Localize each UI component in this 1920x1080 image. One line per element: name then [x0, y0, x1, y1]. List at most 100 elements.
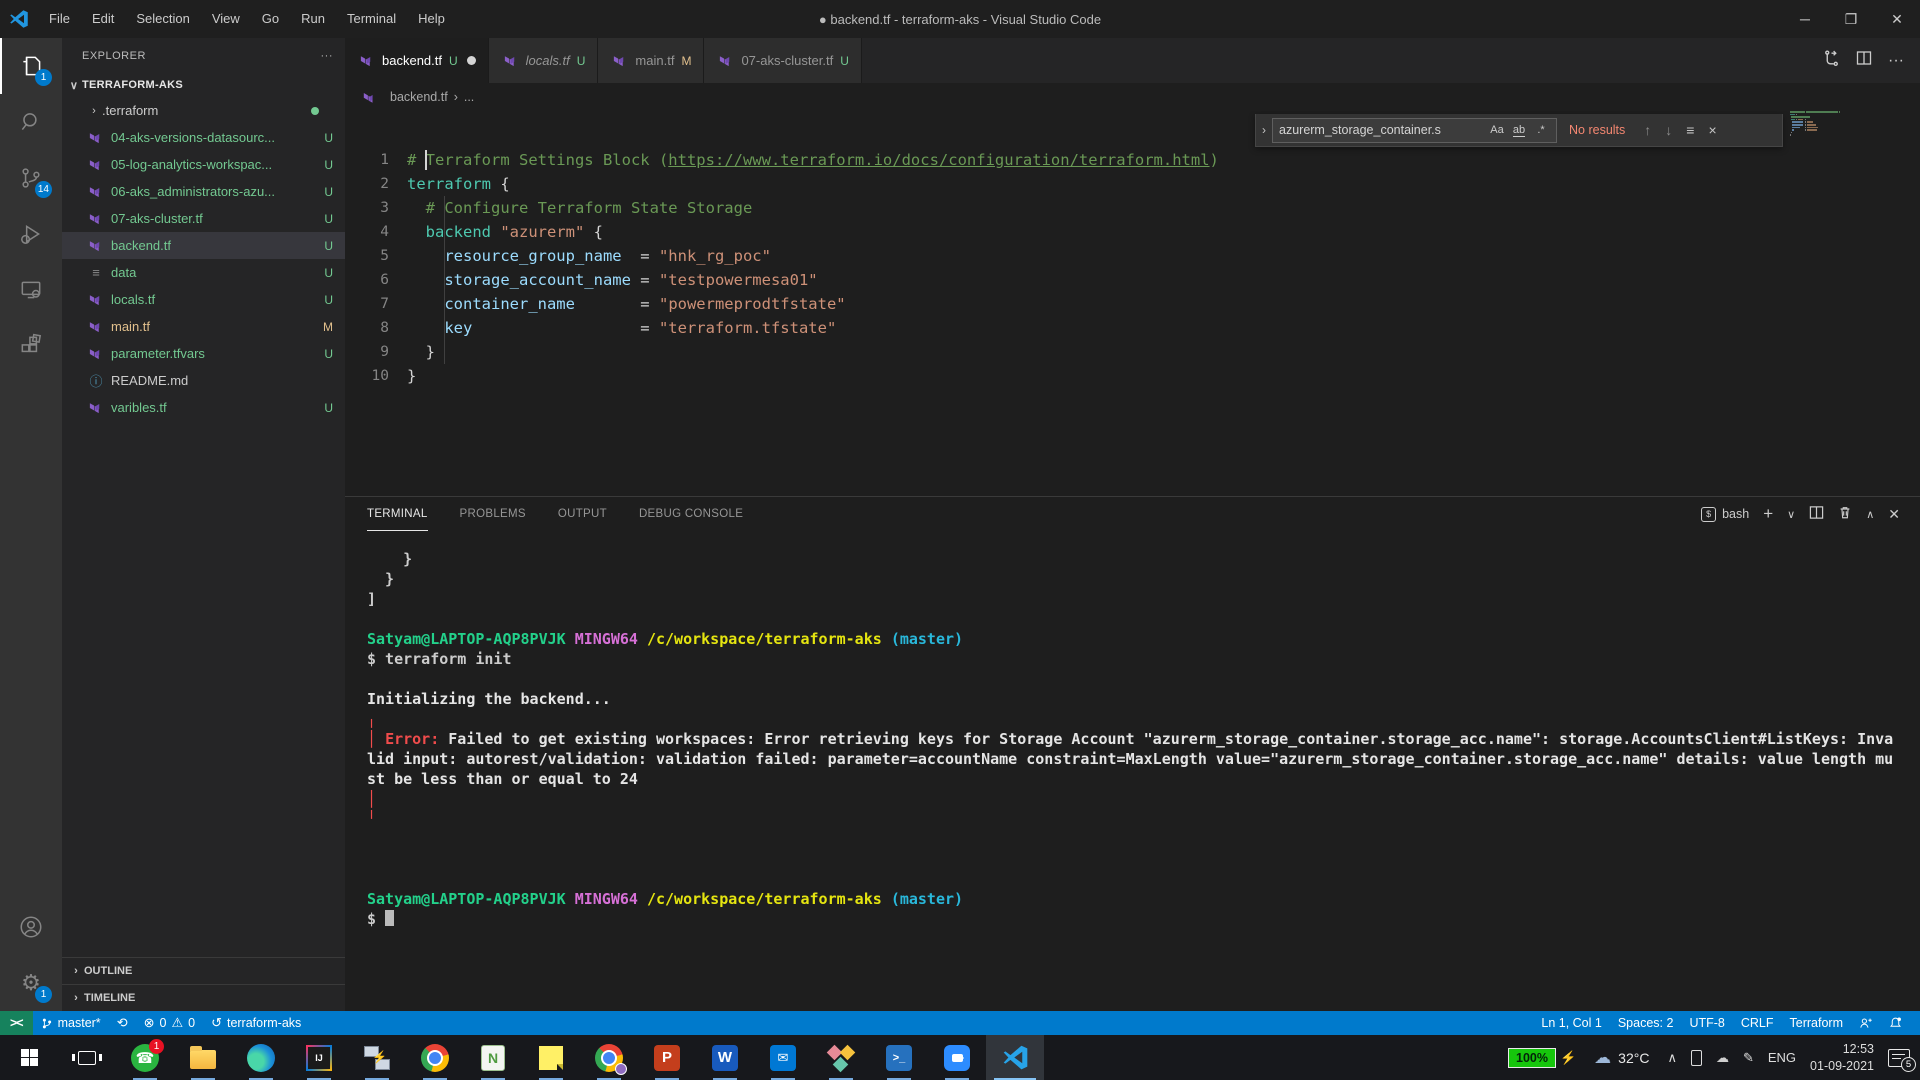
tab-07-aks-cluster.tf[interactable]: 07-aks-cluster.tfU — [704, 38, 861, 83]
new-terminal-icon[interactable]: + — [1763, 504, 1773, 524]
powerpoint-taskbar-icon[interactable]: P — [638, 1035, 696, 1080]
open-changes-icon[interactable] — [1823, 50, 1840, 72]
menu-run[interactable]: Run — [290, 0, 336, 38]
edge-taskbar-icon[interactable] — [232, 1035, 290, 1080]
indentation-item[interactable]: Spaces: 2 — [1610, 1011, 1682, 1035]
menu-file[interactable]: File — [38, 0, 81, 38]
split-terminal-icon[interactable] — [1809, 505, 1824, 523]
find-previous-icon[interactable]: ↑ — [1644, 122, 1651, 138]
maximize-panel-icon[interactable]: ∧ — [1866, 508, 1874, 521]
menu-edit[interactable]: Edit — [81, 0, 125, 38]
notifications-bell-icon[interactable] — [1881, 1011, 1910, 1035]
feedback-icon[interactable] — [1851, 1011, 1881, 1035]
code-editor[interactable]: › azurerm_storage_container.s Aa ab .* N… — [345, 111, 1920, 496]
regex-icon[interactable]: .* — [1530, 120, 1552, 140]
menu-terminal[interactable]: Terminal — [336, 0, 407, 38]
source-control-icon[interactable]: 14 — [0, 150, 62, 206]
sticky-notes-taskbar-icon[interactable] — [522, 1035, 580, 1080]
find-input[interactable]: azurerm_storage_container.s Aa ab .* — [1272, 118, 1557, 143]
remote-indicator[interactable]: >< — [0, 1011, 33, 1035]
file-item-data[interactable]: ≡dataU — [62, 259, 345, 286]
match-case-icon[interactable]: Aa — [1486, 120, 1508, 140]
panel-tab-debug-console[interactable]: DEBUG CONSOLE — [639, 497, 743, 531]
timeline-section[interactable]: › TIMELINE — [62, 984, 345, 1011]
drawio-taskbar-icon[interactable] — [812, 1035, 870, 1080]
shell-selector[interactable]: $ bash — [1701, 507, 1749, 522]
settings-gear-icon[interactable]: ⚙ 1 — [0, 955, 62, 1011]
terminal-dropdown-icon[interactable]: ∨ — [1787, 508, 1795, 521]
terminal-output[interactable]: } }] Satyam@LAPTOP-AQP8PVJK MINGW64 /c/w… — [345, 531, 1920, 929]
close-panel-icon[interactable]: ✕ — [1888, 506, 1900, 523]
close-button[interactable]: ✕ — [1874, 0, 1920, 38]
file-item-main.tf[interactable]: main.tfM — [62, 313, 345, 340]
chrome-taskbar-icon[interactable] — [406, 1035, 464, 1080]
file-item-parameter.tfvars[interactable]: parameter.tfvarsU — [62, 340, 345, 367]
kill-terminal-icon[interactable] — [1838, 505, 1852, 523]
file-item-.terraform[interactable]: ›.terraform — [62, 97, 345, 124]
file-item-README.md[interactable]: ⓘREADME.md — [62, 367, 345, 394]
language-mode-item[interactable]: Terraform — [1782, 1011, 1851, 1035]
cursor-position-item[interactable]: Ln 1, Col 1 — [1533, 1011, 1609, 1035]
file-item-06-aksadministrators-azu...[interactable]: 06-aks_administrators-azu...U — [62, 178, 345, 205]
encoding-item[interactable]: UTF-8 — [1681, 1011, 1732, 1035]
whatsapp-taskbar-icon[interactable]: ☎1 — [116, 1035, 174, 1080]
account-icon[interactable] — [0, 899, 62, 955]
file-item-04-aks-versions-datasourc...[interactable]: 04-aks-versions-datasourc...U — [62, 124, 345, 151]
git-branch-item[interactable]: master* — [33, 1011, 109, 1035]
file-explorer-taskbar-icon[interactable] — [174, 1035, 232, 1080]
run-debug-icon[interactable] — [0, 206, 62, 262]
onedrive-icon[interactable]: ☁ — [1716, 1050, 1729, 1066]
split-editor-icon[interactable] — [1856, 50, 1872, 71]
sync-changes-icon[interactable]: ⟲ — [109, 1011, 136, 1035]
menu-help[interactable]: Help — [407, 0, 456, 38]
file-item-backend.tf[interactable]: backend.tfU — [62, 232, 345, 259]
find-next-icon[interactable]: ↓ — [1665, 122, 1672, 138]
file-item-07-aks-cluster.tf[interactable]: 07-aks-cluster.tfU — [62, 205, 345, 232]
task-view-taskbar-icon[interactable] — [58, 1035, 116, 1080]
breadcrumb[interactable]: backend.tf › ... — [345, 83, 1920, 111]
tab-backend.tf[interactable]: backend.tfU — [345, 38, 489, 83]
input-language[interactable]: ENG — [1768, 1050, 1796, 1065]
find-replace-toggle-icon[interactable]: › — [1256, 114, 1272, 147]
whole-word-icon[interactable]: ab — [1508, 120, 1530, 140]
more-actions-icon[interactable]: ··· — [1888, 52, 1904, 70]
vscode-taskbar-icon[interactable] — [986, 1035, 1044, 1080]
tray-expand-icon[interactable]: ∧ — [1667, 1050, 1677, 1066]
minimize-button[interactable]: ─ — [1782, 0, 1828, 38]
clock[interactable]: 12:53 01-09-2021 — [1810, 1041, 1874, 1075]
battery-indicator[interactable]: 100% ⚡ — [1508, 1048, 1576, 1068]
project-task-item[interactable]: ↺ terraform-aks — [203, 1011, 309, 1035]
file-item-locals.tf[interactable]: locals.tfU — [62, 286, 345, 313]
outline-section[interactable]: › OUTLINE — [62, 957, 345, 984]
pen-icon[interactable]: ✎ — [1743, 1050, 1754, 1066]
problems-item[interactable]: ⊗ 0 ⚠ 0 — [136, 1011, 203, 1035]
panel-tab-output[interactable]: OUTPUT — [558, 497, 607, 531]
eol-item[interactable]: CRLF — [1733, 1011, 1782, 1035]
tab-main.tf[interactable]: main.tfM — [598, 38, 704, 83]
remote-explorer-icon[interactable] — [0, 262, 62, 318]
tab-locals.tf[interactable]: locals.tfU — [489, 38, 599, 83]
word-taskbar-icon[interactable]: W — [696, 1035, 754, 1080]
menu-selection[interactable]: Selection — [125, 0, 200, 38]
explorer-icon[interactable]: 1 — [0, 38, 62, 94]
outlook-taskbar-icon[interactable]: ✉ — [754, 1035, 812, 1080]
menu-view[interactable]: View — [201, 0, 251, 38]
start-taskbar-icon[interactable] — [0, 1035, 58, 1080]
intellij-taskbar-icon[interactable]: IJ — [290, 1035, 348, 1080]
panel-tab-problems[interactable]: PROBLEMS — [460, 497, 526, 531]
chrome-profile-taskbar-icon[interactable] — [580, 1035, 638, 1080]
explorer-more-actions[interactable]: ··· — [321, 50, 334, 62]
minimap[interactable] — [1790, 111, 1906, 496]
find-in-selection-icon[interactable]: ≡ — [1686, 122, 1694, 138]
menu-go[interactable]: Go — [251, 0, 290, 38]
powershell-taskbar-icon[interactable]: >_ — [870, 1035, 928, 1080]
weather-widget[interactable]: ☁ 32°C — [1594, 1048, 1649, 1068]
maximize-button[interactable]: ❐ — [1828, 0, 1874, 38]
notepad-plus-plus-taskbar-icon[interactable]: N — [464, 1035, 522, 1080]
notification-center-icon[interactable]: 5 — [1888, 1049, 1910, 1067]
extensions-icon[interactable] — [0, 318, 62, 374]
find-close-icon[interactable]: × — [1708, 122, 1716, 138]
phone-link-icon[interactable] — [1691, 1050, 1702, 1066]
panel-tab-terminal[interactable]: TERMINAL — [367, 497, 428, 531]
zoom-taskbar-icon[interactable] — [928, 1035, 986, 1080]
